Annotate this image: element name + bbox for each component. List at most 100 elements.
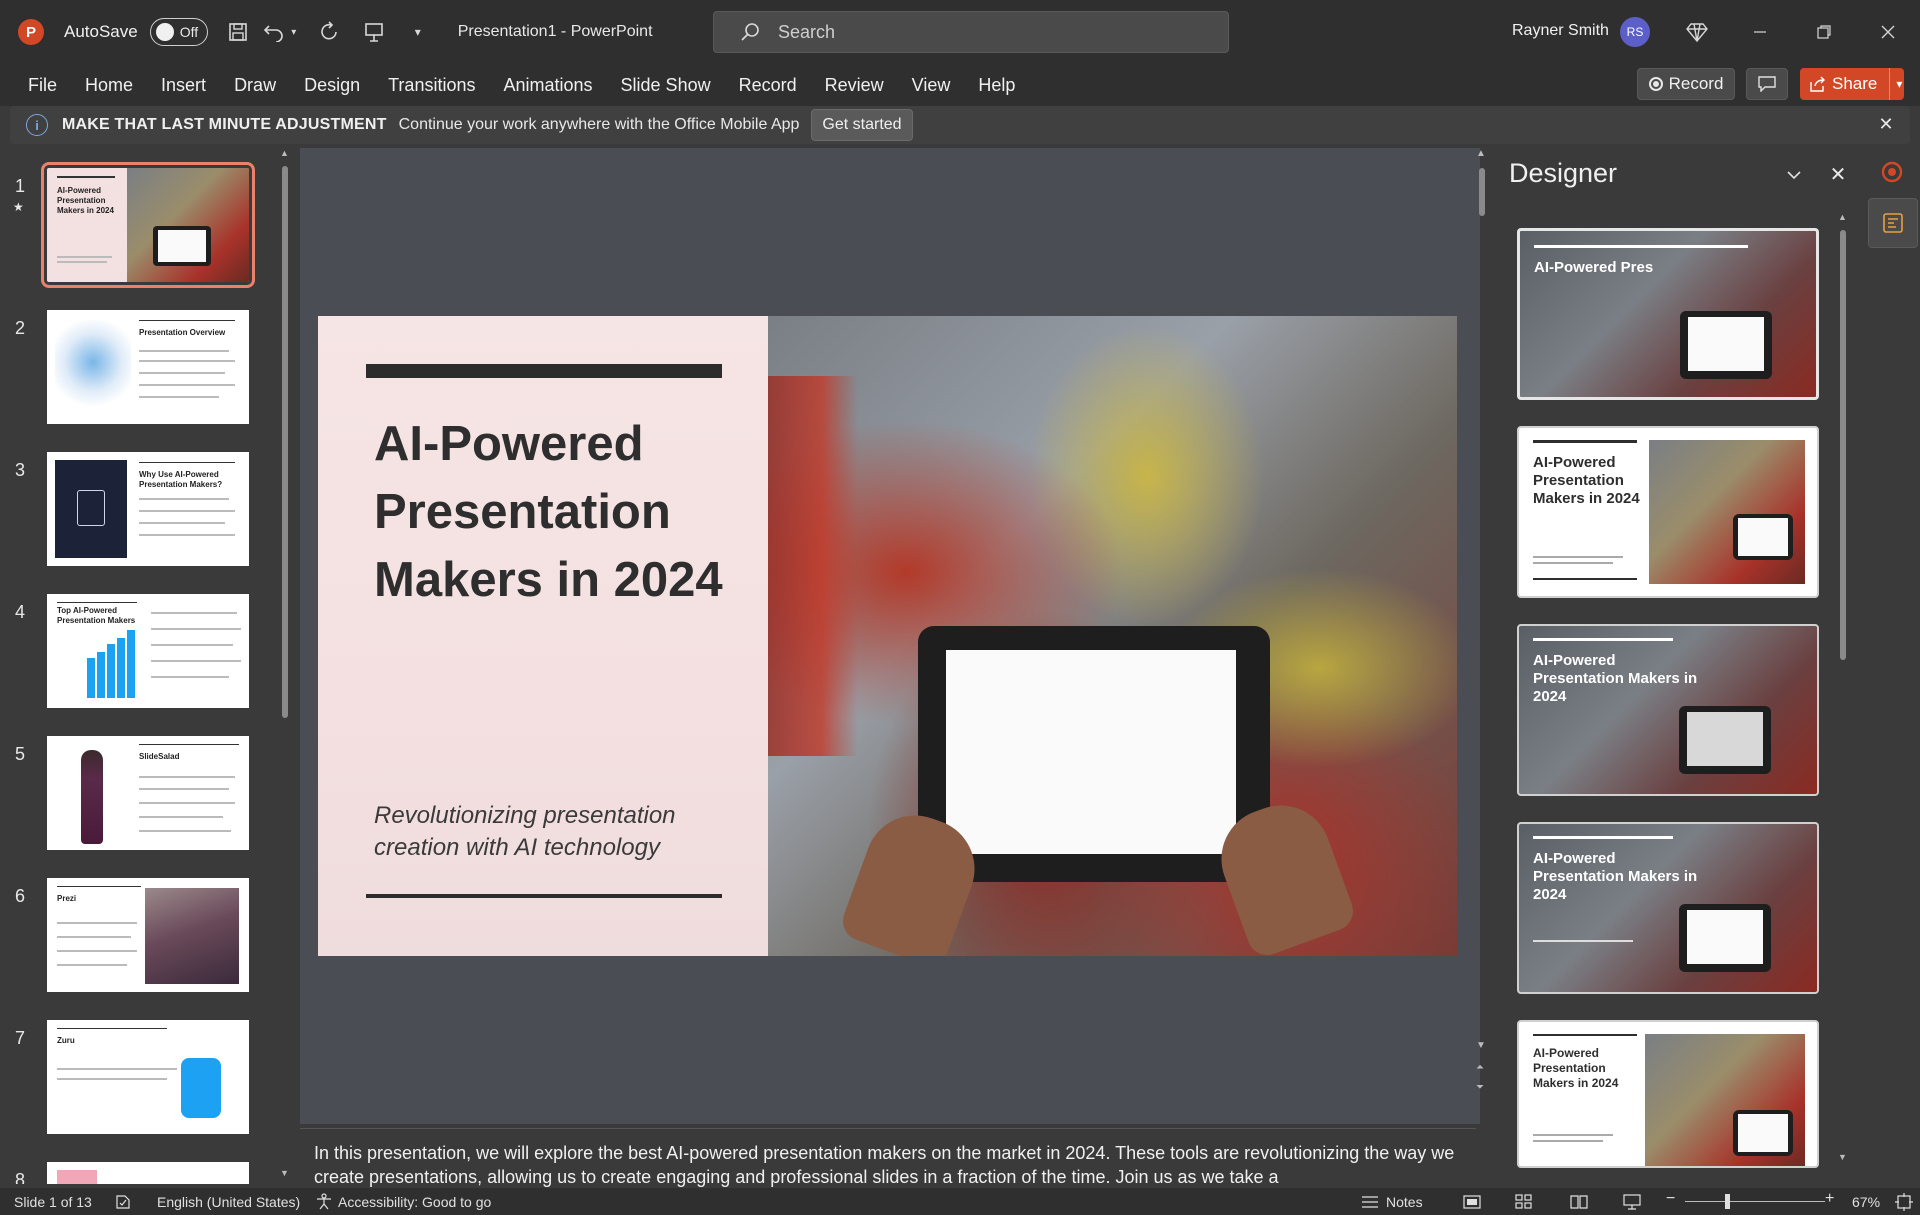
thumbnail-row[interactable]: 8 xyxy=(0,1156,296,1184)
accessibility-icon[interactable] xyxy=(314,1192,334,1212)
menu-animations[interactable]: Animations xyxy=(503,75,592,96)
redo-icon[interactable] xyxy=(316,18,344,46)
design-idea-2[interactable]: AI-Powered Presentation Makers in 2024 xyxy=(1517,426,1819,598)
zoom-slider-thumb[interactable] xyxy=(1725,1194,1730,1209)
toggle-knob xyxy=(155,23,174,41)
zoom-level[interactable]: 67% xyxy=(1852,1194,1880,1210)
thumbnail-row[interactable]: 1 ★ AI-Powered Presentation Makers in 20… xyxy=(0,162,296,292)
scrollbar-thumb[interactable] xyxy=(1479,168,1485,216)
thumb-text xyxy=(151,628,241,630)
tablet-image xyxy=(1679,904,1771,972)
slide-thumbnail-1[interactable]: AI-Powered Presentation Makers in 2024 xyxy=(41,162,255,288)
minimize-icon[interactable] xyxy=(1746,18,1774,46)
customize-toolbar-icon[interactable]: ▾ xyxy=(404,18,432,46)
scrollbar-thumb[interactable] xyxy=(282,166,288,718)
design-idea-3[interactable]: AI-Powered Presentation Makers in 2024 xyxy=(1517,624,1819,796)
menu-insert[interactable]: Insert xyxy=(161,75,206,96)
designer-pane: Designer ✕ AI-Powered Pres AI-Powered Pr… xyxy=(1495,148,1865,1184)
slide-thumbnail-3[interactable]: Why Use AI-Powered Presentation Makers? xyxy=(47,452,249,566)
thumb-title: Top AI-Powered Presentation Makers xyxy=(57,606,136,625)
menu-review[interactable]: Review xyxy=(825,75,884,96)
diamond-icon[interactable] xyxy=(1683,18,1711,46)
next-slide-icon[interactable]: ⏷ xyxy=(1476,1082,1484,1093)
menu-record[interactable]: Record xyxy=(739,75,797,96)
current-slide[interactable]: AI-Powered Presentation Makers in 2024 R… xyxy=(318,316,1457,956)
message-bar-close-icon[interactable]: ✕ xyxy=(1876,114,1896,134)
accessibility-status[interactable]: Accessibility: Good to go xyxy=(338,1194,491,1210)
design-bar xyxy=(1533,836,1673,839)
slide-thumbnail-2[interactable]: Presentation Overview xyxy=(47,310,249,424)
editor-scrollbar[interactable]: ▲ ▼ ⏶ ⏷ xyxy=(1474,148,1490,1120)
design-idea-4[interactable]: AI-Powered Presentation Makers in 2024 xyxy=(1517,822,1819,994)
undo-icon[interactable] xyxy=(260,18,288,46)
menu-transitions[interactable]: Transitions xyxy=(388,75,475,96)
slide-subtitle[interactable]: Revolutionizing presentation creation wi… xyxy=(374,800,734,864)
thumb-title: AI-Powered Presentation Makers in 2024 xyxy=(57,186,114,215)
zoom-slider[interactable] xyxy=(1685,1201,1825,1202)
thumb-text xyxy=(139,372,225,374)
menu-home[interactable]: Home xyxy=(85,75,133,96)
share-divider xyxy=(1889,68,1891,100)
menu-help[interactable]: Help xyxy=(978,75,1015,96)
thumb-text xyxy=(151,644,233,646)
restore-icon[interactable] xyxy=(1810,18,1838,46)
thumbnail-row[interactable]: 4 Top AI-Powered Presentation Makers xyxy=(0,588,296,718)
slide-background-photo[interactable] xyxy=(768,316,1457,956)
slide-thumbnail-4[interactable]: Top AI-Powered Presentation Makers xyxy=(47,594,249,708)
spelling-check-icon[interactable] xyxy=(113,1192,133,1212)
avatar[interactable]: RS xyxy=(1620,17,1650,47)
menu-draw[interactable]: Draw xyxy=(234,75,276,96)
thumbnail-row[interactable]: 5 SlideSalad xyxy=(0,730,296,860)
search-box[interactable] xyxy=(713,11,1229,53)
slide-thumbnail-5[interactable]: SlideSalad xyxy=(47,736,249,850)
user-name[interactable]: Rayner Smith xyxy=(1512,22,1609,40)
close-icon[interactable] xyxy=(1874,18,1902,46)
save-icon[interactable] xyxy=(224,18,252,46)
menu-design[interactable]: Design xyxy=(304,75,360,96)
design-idea-1[interactable]: AI-Powered Pres xyxy=(1517,228,1819,400)
get-started-button[interactable]: Get started xyxy=(811,109,913,141)
slide-thumbnail-8[interactable] xyxy=(47,1162,249,1184)
autosave-toggle[interactable]: Off xyxy=(149,18,208,46)
slide-thumbnail-7[interactable]: Zuru xyxy=(47,1020,249,1134)
design-title: AI-Powered Pres xyxy=(1534,259,1654,276)
speaker-notes-text[interactable]: In this presentation, we will explore th… xyxy=(314,1141,1464,1189)
slideshow-view-icon[interactable] xyxy=(1622,1192,1642,1212)
present-from-start-icon[interactable] xyxy=(360,18,388,46)
slide-thumbnail-6[interactable]: Prezi xyxy=(47,878,249,992)
zoom-out-icon[interactable]: − xyxy=(1666,1190,1675,1208)
reading-view-icon[interactable] xyxy=(1569,1192,1589,1212)
undo-dropdown-icon[interactable]: ▾ xyxy=(288,18,300,46)
menu-file[interactable]: File xyxy=(28,75,57,96)
zoom-in-icon[interactable]: + xyxy=(1825,1190,1834,1208)
menu-view[interactable]: View xyxy=(912,75,951,96)
slide-title[interactable]: AI-Powered Presentation Makers in 2024 xyxy=(374,410,754,614)
design-idea-5[interactable]: AI-Powered Presentation Makers in 2024 xyxy=(1517,1020,1819,1168)
designer-scrollbar[interactable]: ▲ ▼ xyxy=(1838,212,1848,1166)
menu-slide-show[interactable]: Slide Show xyxy=(621,75,711,96)
notes-icon[interactable] xyxy=(1360,1192,1380,1212)
designer-close-icon[interactable]: ✕ xyxy=(1828,164,1848,186)
share-icon xyxy=(1810,76,1825,92)
slide-sorter-icon[interactable] xyxy=(1514,1192,1534,1212)
thumbnail-row[interactable]: 2 Presentation Overview xyxy=(0,304,296,434)
thumbnail-row[interactable]: 6 Prezi xyxy=(0,872,296,1002)
search-input[interactable] xyxy=(778,21,1198,43)
normal-view-icon[interactable] xyxy=(1462,1192,1482,1212)
thumbnail-row[interactable]: 7 Zuru xyxy=(0,1014,296,1144)
notes-pane[interactable]: In this presentation, we will explore th… xyxy=(300,1128,1476,1187)
record-button[interactable]: Record xyxy=(1637,68,1735,100)
designer-tab-icon[interactable] xyxy=(1868,198,1918,248)
notes-button[interactable]: Notes xyxy=(1386,1194,1423,1210)
scrollbar-thumb[interactable] xyxy=(1840,230,1846,660)
previous-slide-icon[interactable]: ⏶ xyxy=(1476,1062,1484,1073)
language-status[interactable]: English (United States) xyxy=(157,1194,300,1210)
thumbnail-row[interactable]: 3 Why Use AI-Powered Presentation Makers… xyxy=(0,446,296,576)
thumbnail-scrollbar[interactable]: ▲ ▼ xyxy=(280,148,290,1180)
fit-to-window-icon[interactable] xyxy=(1894,1192,1914,1212)
chevron-down-icon[interactable] xyxy=(1785,166,1805,186)
share-button[interactable]: Share ▾ xyxy=(1800,68,1904,100)
chevron-down-icon[interactable]: ▾ xyxy=(1896,77,1902,91)
comments-button[interactable] xyxy=(1746,68,1788,100)
copilot-icon[interactable] xyxy=(1872,154,1912,190)
